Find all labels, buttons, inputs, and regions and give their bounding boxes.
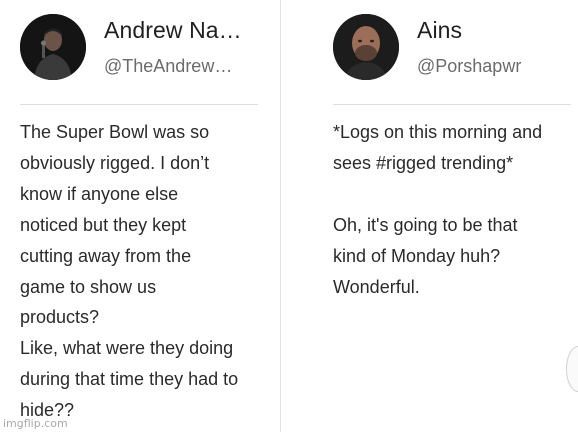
person-avatar-icon	[20, 14, 86, 80]
tweet-body-line: sees #rigged trending*	[333, 152, 514, 173]
person-avatar-icon	[333, 14, 399, 80]
tweet-body-line: Oh, it's going to be that	[333, 214, 518, 235]
tweet-body-line: cutting away from the	[20, 245, 192, 266]
header-divider	[333, 104, 571, 105]
tweet-card-right: Ains @Porshapwr *Logs on this morning an…	[311, 0, 578, 432]
author-name[interactable]: Ains	[417, 17, 567, 44]
tweet-body: *Logs on this morning and sees #rigged t…	[333, 117, 573, 302]
tweet-body-line: The Super Bowl was so	[20, 122, 210, 142]
watermark: imgflip.com	[3, 417, 68, 430]
tweet-card-left: Andrew Na… @TheAndrew… The Super Bowl wa…	[0, 0, 280, 432]
tweet-body-line: Wonderful.	[333, 276, 420, 297]
tweet-body-line: know if anyone else	[20, 183, 179, 204]
avatar[interactable]	[20, 14, 86, 80]
tweet-body: The Super Bowl was so obviously rigged. …	[20, 117, 270, 426]
tweet-body-line: kind of Monday huh?	[333, 245, 501, 266]
paragraph-break	[333, 179, 573, 210]
tweet-body-line: *Logs on this morning and	[333, 122, 543, 142]
tweet-body-line: game to show us	[20, 276, 157, 297]
tweet-body-line: noticed but they kept	[20, 214, 187, 235]
column-divider	[280, 0, 281, 432]
tweet-body-line: Like, what were they doing	[20, 338, 234, 359]
header-divider	[20, 104, 258, 105]
carousel-next-button[interactable]	[566, 346, 578, 392]
avatar[interactable]	[333, 14, 399, 80]
author-handle[interactable]: @Porshapwr	[417, 56, 567, 77]
author-handle[interactable]: @TheAndrew…	[104, 56, 254, 77]
tweet-body-line: products?	[20, 307, 100, 328]
tweet-body-line: during that time they had to	[20, 369, 239, 390]
tweet-body-line: obviously rigged. I don’t	[20, 152, 210, 173]
author-name[interactable]: Andrew Na…	[104, 17, 256, 44]
